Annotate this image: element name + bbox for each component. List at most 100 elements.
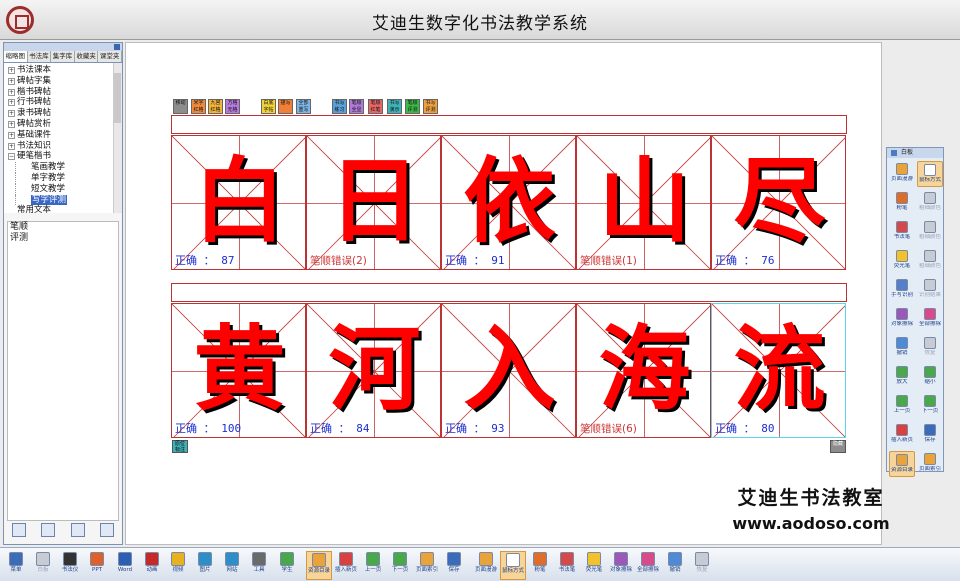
tab-character-library[interactable]: 集字库: [51, 51, 75, 62]
writing-tool-button[interactable]: 笔顺 评测: [405, 99, 420, 114]
expand-icon[interactable]: +: [8, 120, 15, 128]
writing-tool-button[interactable]: 米字 红格: [191, 99, 206, 114]
tree-node[interactable]: + 书法知识: [8, 141, 110, 152]
toolbar-button[interactable]: 网站: [219, 551, 245, 580]
expand-icon[interactable]: +: [8, 99, 15, 107]
toolbar-button[interactable]: 书法笔: [554, 551, 580, 580]
tree-node[interactable]: + 楷书碑帖: [8, 87, 110, 98]
tree-node[interactable]: 常用文本: [8, 205, 110, 213]
palette-button[interactable]: 下一页: [917, 393, 943, 419]
toolbar-button[interactable]: 全部擦除: [635, 551, 661, 580]
expand-icon[interactable]: +: [8, 88, 15, 96]
writing-tool-button[interactable]: 书写 评测: [423, 99, 438, 114]
writing-tool-button[interactable]: 九宫 红格: [208, 99, 223, 114]
writing-tool-button[interactable]: 笔顺 红笔: [368, 99, 383, 114]
palette-button[interactable]: 手写识别: [889, 277, 915, 303]
tab-calligraphy-library[interactable]: 书法库: [28, 51, 52, 62]
palette-button[interactable]: 荧光笔: [889, 248, 915, 274]
pen-edit-icon[interactable]: [11, 523, 26, 537]
image-view-icon[interactable]: [70, 523, 85, 537]
palette-button[interactable]: 放大: [889, 364, 915, 390]
palette-button[interactable]: 撤销: [889, 335, 915, 361]
toolbar-button[interactable]: 鼠标方式: [500, 551, 526, 580]
palette-button[interactable]: 书法笔: [889, 219, 915, 245]
palette-button[interactable]: 保存: [917, 422, 943, 448]
palette-button[interactable]: 全部擦除: [917, 306, 943, 332]
palette-button[interactable]: 鼠标方式: [917, 161, 943, 187]
toolbar-button[interactable]: 保存: [441, 551, 467, 580]
tab-favorites[interactable]: 收藏夹: [75, 51, 99, 62]
expand-icon[interactable]: +: [8, 67, 15, 74]
color-palette-icon[interactable]: [100, 523, 115, 537]
palette-button[interactable]: 缩小: [917, 364, 943, 390]
character-cell[interactable]: 海笔顺错误(6): [576, 303, 711, 438]
tree-node[interactable]: + 书法课本: [8, 65, 110, 76]
toolbar-button[interactable]: 撤销: [662, 551, 688, 580]
palette-button[interactable]: 对象擦除: [889, 306, 915, 332]
toolbar-button[interactable]: 插入新页: [333, 551, 359, 580]
palette-button[interactable]: 上一页: [889, 393, 915, 419]
toolbar-button[interactable]: 页面索引: [414, 551, 440, 580]
tab-classroom[interactable]: 课堂夹: [98, 51, 122, 62]
toolbar-button[interactable]: 工具: [246, 551, 272, 580]
toolbar-button[interactable]: 页面漫游: [473, 551, 499, 580]
toolbar-button[interactable]: 图片: [192, 551, 218, 580]
list-view-icon[interactable]: [41, 523, 56, 537]
expand-icon[interactable]: +: [8, 110, 15, 118]
tree-node[interactable]: + 碑帖赏析: [8, 119, 110, 130]
palette-button[interactable]: 插入新页: [889, 422, 915, 448]
toolbar-button[interactable]: 学生: [274, 551, 300, 580]
whiteboard-canvas[interactable]: 移动 米字 红格 九宫 红格 方格 无格 白底 字帖 描写 全部 重写 书写 练习 笔顺 全显笔…: [125, 42, 890, 545]
toolbar-button[interactable]: 视频: [165, 551, 191, 580]
expand-icon[interactable]: +: [8, 142, 15, 150]
tree-node[interactable]: 单字教学: [15, 172, 110, 184]
panel-close-icon[interactable]: [114, 44, 120, 50]
toolbar-button[interactable]: 书法仪: [57, 551, 83, 580]
writing-tool-button[interactable]: 全部 重写: [296, 99, 311, 114]
collapse-icon[interactable]: −: [8, 153, 15, 161]
tree-node[interactable]: + 碑帖字集: [8, 76, 110, 87]
palette-button[interactable]: 页面漫游: [889, 161, 915, 187]
expand-icon[interactable]: +: [8, 77, 15, 85]
writing-tool-button[interactable]: 移动: [173, 99, 188, 114]
note-text-area[interactable]: 笔顺 评测: [7, 221, 119, 521]
character-cell[interactable]: 依正确 ： 91: [441, 135, 576, 270]
writing-tool-button[interactable]: 方格 无格: [225, 99, 240, 114]
character-cell[interactable]: 尽正确 ： 76: [711, 135, 846, 270]
tree-node[interactable]: 笔画教学: [15, 162, 110, 173]
character-cell[interactable]: 白正确 ： 87: [171, 135, 306, 270]
annotate-button[interactable]: 原位 标注: [172, 440, 188, 453]
tree-node[interactable]: − 硬笔楷书: [8, 151, 110, 162]
toolbar-button[interactable]: 动画: [139, 551, 165, 580]
writing-tool-button[interactable]: 白底 字帖: [261, 99, 276, 114]
writing-tool-button[interactable]: 书写 练习: [332, 99, 347, 114]
toolbar-button[interactable]: 粉笔: [527, 551, 553, 580]
toolbar-button[interactable]: 下一页: [387, 551, 413, 580]
toolbar-button[interactable]: PPT: [84, 551, 110, 580]
toolbar-button[interactable]: 上一页: [360, 551, 386, 580]
writing-tool-button[interactable]: 描写: [278, 99, 293, 114]
character-cell[interactable]: 流正确 ： 80: [711, 303, 846, 438]
toolbar-button[interactable]: 对象擦除: [608, 551, 634, 580]
palette-button[interactable]: 粉笔: [889, 190, 915, 216]
hide-button[interactable]: 隐藏: [830, 440, 846, 453]
toolbar-button[interactable]: 菜单: [3, 551, 29, 580]
tree-node[interactable]: 写字评测: [15, 194, 110, 206]
tab-thumbnails[interactable]: 缩略图: [4, 51, 28, 62]
character-cell[interactable]: 河正确 ： 84: [306, 303, 441, 438]
tree-scroll-thumb[interactable]: [114, 73, 121, 123]
character-cell[interactable]: 山笔顺错误(1): [576, 135, 711, 270]
tree-scrollbar[interactable]: [113, 63, 122, 213]
palette-button[interactable]: 资源目录: [889, 451, 915, 477]
character-cell[interactable]: 日笔顺错误(2): [306, 135, 441, 270]
palette-button[interactable]: 页面索引: [917, 451, 943, 477]
character-cell[interactable]: 黄正确 ： 100: [171, 303, 306, 438]
toolbar-button[interactable]: 资源目录: [306, 551, 332, 580]
tree-node[interactable]: 短文教学: [15, 183, 110, 195]
toolbar-button[interactable]: 荧光笔: [581, 551, 607, 580]
toolbar-button[interactable]: Word: [112, 551, 138, 580]
tree-node[interactable]: + 隶书碑帖: [8, 108, 110, 119]
tree-node[interactable]: + 行书碑帖: [8, 97, 110, 108]
writing-tool-button[interactable]: 笔顺 全显: [349, 99, 364, 114]
character-cell[interactable]: 入正确 ： 93: [441, 303, 576, 438]
